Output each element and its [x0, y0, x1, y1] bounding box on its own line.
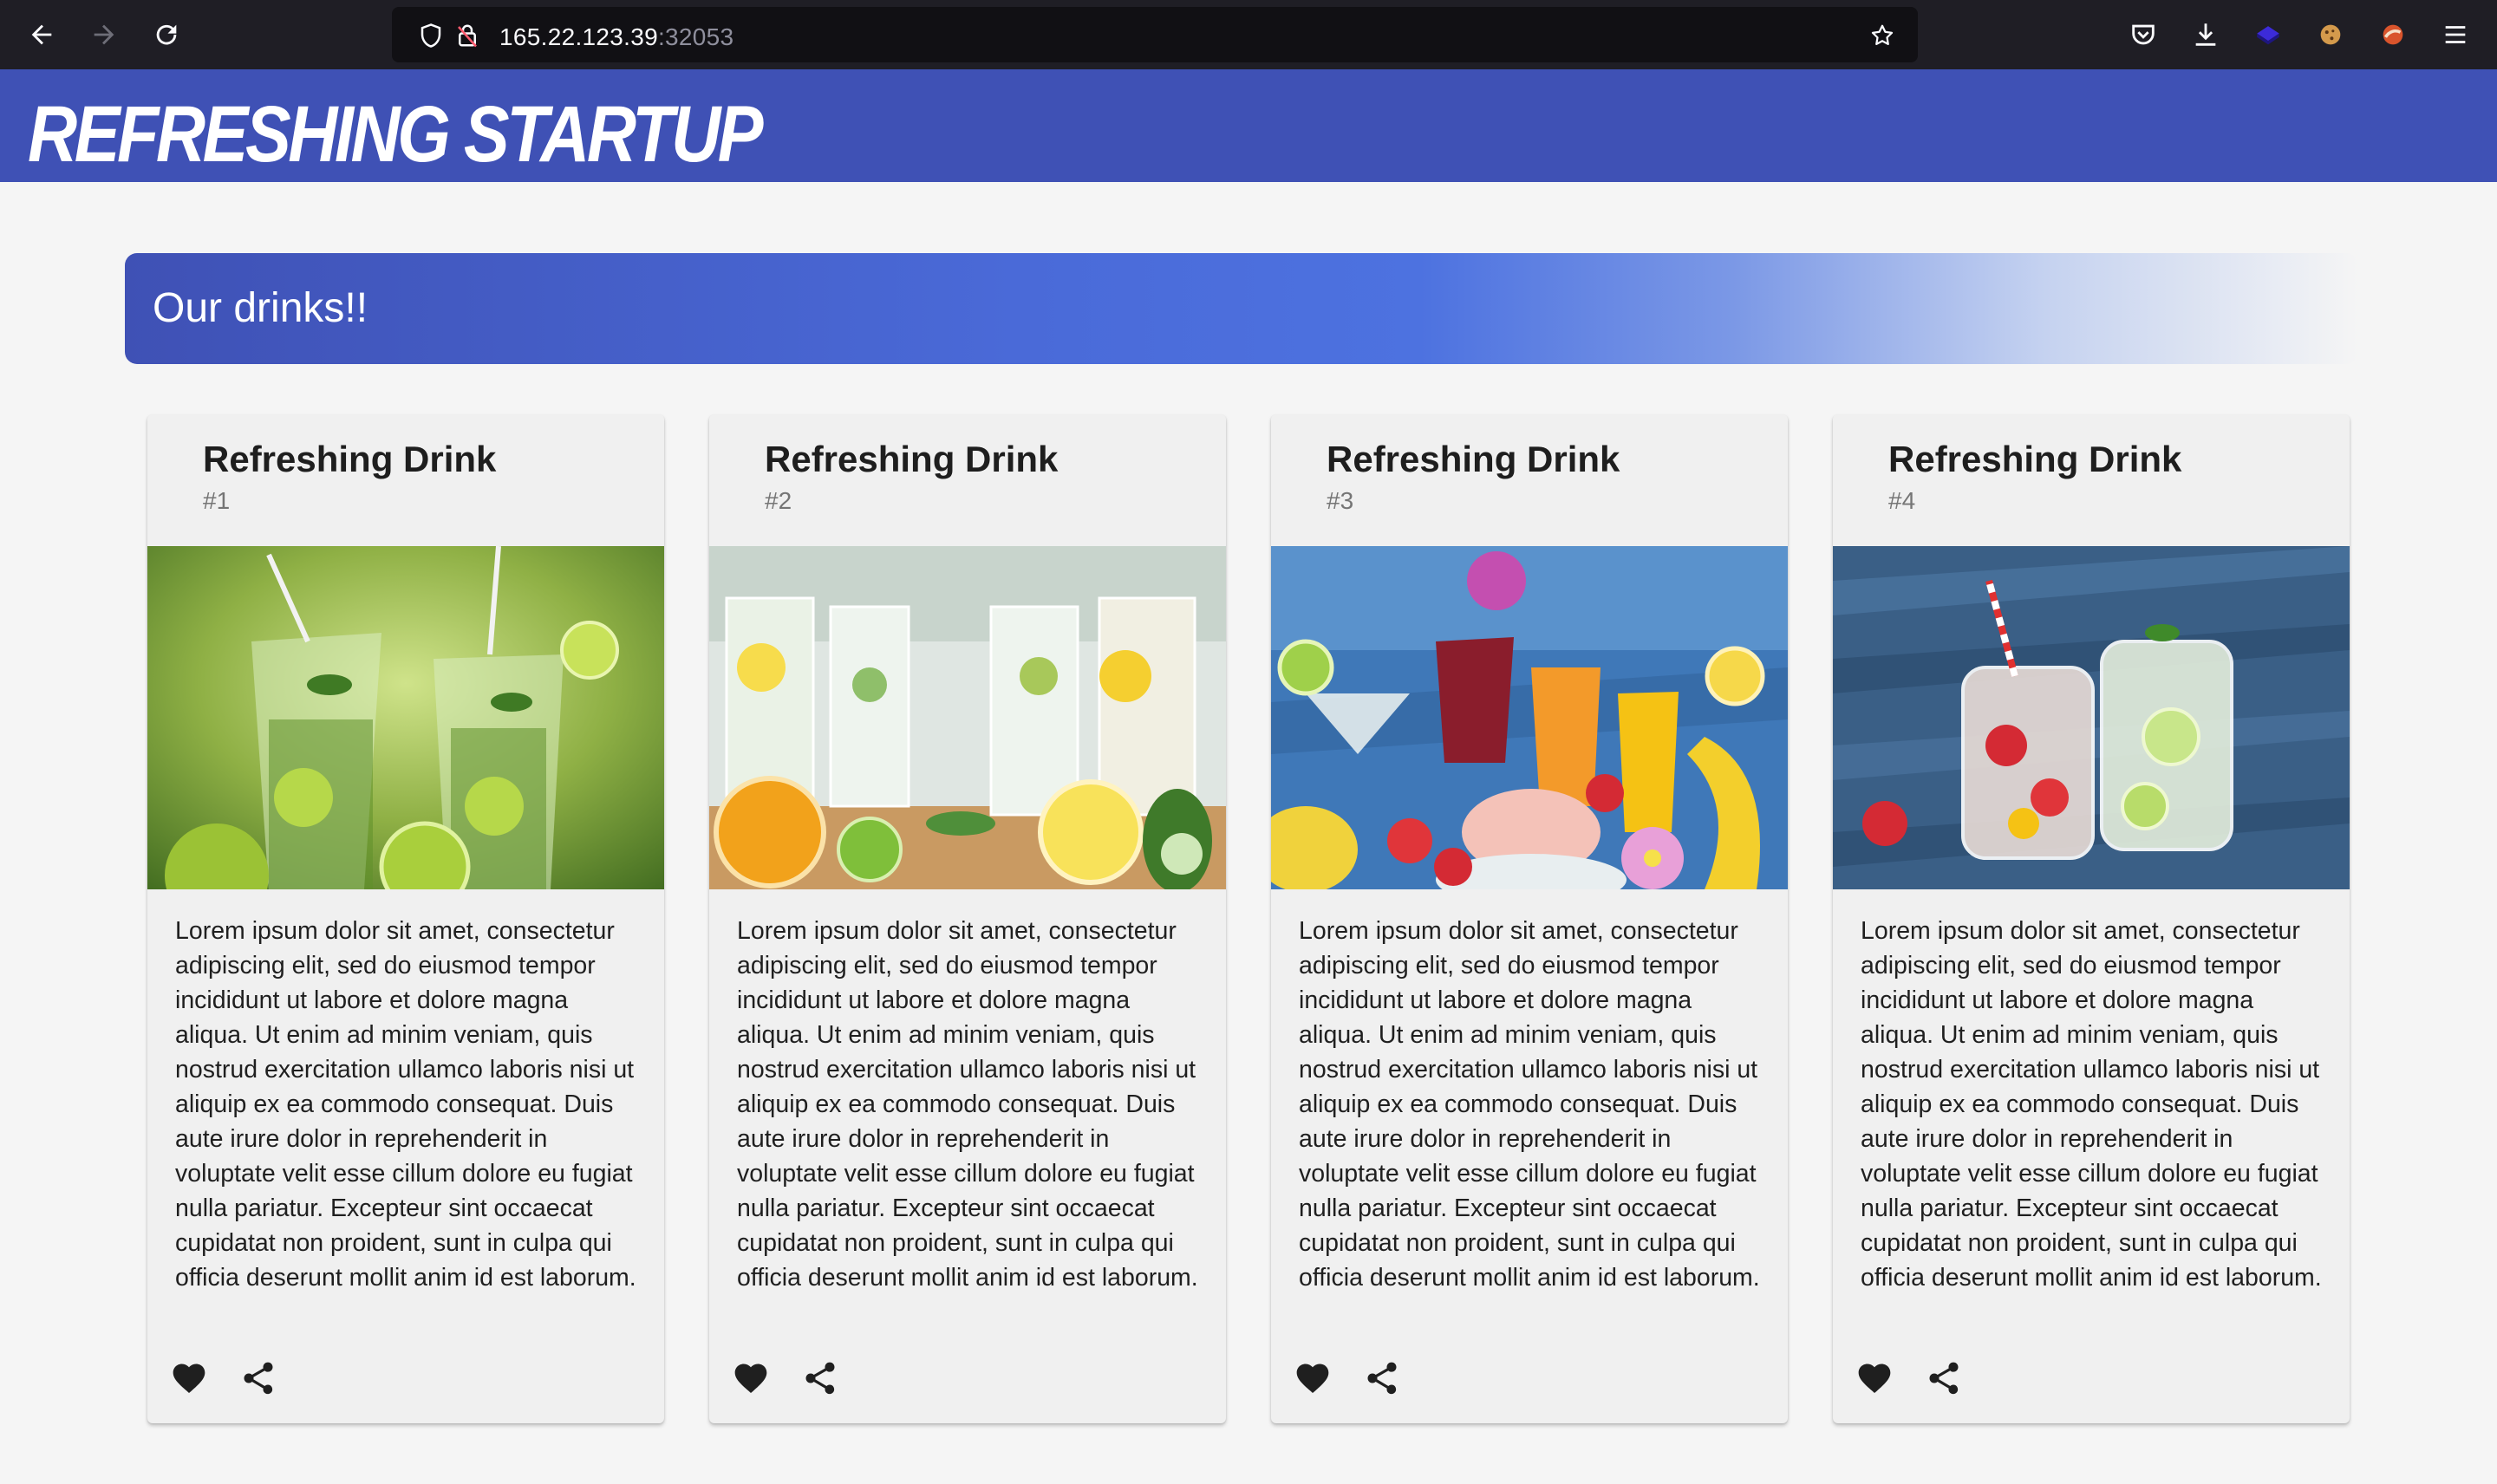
section-title: Our drinks!! [153, 285, 368, 331]
drink-card-4: Refreshing Drink #4 Lorem ipsum dolor si… [1833, 414, 2350, 1423]
citrus-water-image [709, 546, 1226, 889]
share-icon [805, 1362, 835, 1395]
share-button[interactable] [1920, 1354, 1968, 1403]
share-icon [244, 1362, 273, 1395]
extension-icon[interactable] [2251, 17, 2285, 52]
lime-mojito-image [147, 546, 664, 889]
share-button[interactable] [1358, 1354, 1406, 1403]
back-button[interactable] [24, 17, 59, 52]
address-bar[interactable]: 165.22.123.39:32053 [392, 7, 1918, 62]
hamburger-menu-icon[interactable] [2438, 17, 2473, 52]
heart-icon [173, 1364, 205, 1394]
reload-icon [156, 24, 177, 45]
card-description: Lorem ipsum dolor sit amet, consectetur … [1861, 917, 2322, 1292]
favorite-button[interactable] [727, 1354, 775, 1403]
card-actions [1288, 1354, 1406, 1403]
drink-card-1: Refreshing Drink #1 Lorem ipsum dolor si… [147, 414, 664, 1423]
cookie-extension-icon[interactable] [2313, 17, 2348, 52]
tropical-cocktails-image [1271, 546, 1788, 889]
drink-card-2: Refreshing Drink #2 Lorem ipsum dolor si… [709, 414, 1226, 1423]
card-title: Refreshing Drink [1888, 439, 2182, 479]
share-icon [1367, 1362, 1397, 1395]
card-title: Refreshing Drink [203, 439, 497, 479]
card-actions [165, 1354, 283, 1403]
card-subtitle: #4 [1888, 487, 1916, 514]
card-subtitle: #1 [203, 487, 231, 514]
card-subtitle: #2 [765, 487, 792, 514]
card-actions [727, 1354, 844, 1403]
download-icon[interactable] [2188, 17, 2223, 52]
card-description: Lorem ipsum dolor sit amet, consectetur … [175, 917, 636, 1292]
section-banner: Our drinks!! [125, 253, 2358, 364]
insecure-lock-icon[interactable] [454, 23, 480, 49]
reload-button[interactable] [149, 17, 184, 52]
favorite-button[interactable] [1288, 1354, 1337, 1403]
forward-arrow-icon [94, 24, 114, 45]
share-button[interactable] [796, 1354, 844, 1403]
card-title: Refreshing Drink [1327, 439, 1620, 479]
url-text: 165.22.123.39:32053 [499, 23, 733, 51]
drink-card-3: Refreshing Drink #3 Lorem ipsum dolor si… [1271, 414, 1788, 1423]
forward-button[interactable] [87, 17, 121, 52]
heart-icon [734, 1364, 767, 1394]
pocket-icon[interactable] [2126, 17, 2161, 52]
url-host: 165.22.123.39 [499, 23, 658, 50]
addon-extension-icon[interactable] [2376, 17, 2410, 52]
app-header: REFRESHING STARTUP [0, 69, 2497, 182]
tracking-protection-icon[interactable] [418, 23, 444, 49]
card-description: Lorem ipsum dolor sit amet, consectetur … [737, 917, 1198, 1292]
url-port: :32053 [657, 23, 734, 50]
favorite-button[interactable] [165, 1354, 213, 1403]
bookmark-star-icon[interactable] [1869, 23, 1895, 49]
browser-toolbar: 165.22.123.39:32053 [0, 0, 2497, 69]
card-description: Lorem ipsum dolor sit amet, consectetur … [1299, 917, 1760, 1292]
card-title: Refreshing Drink [765, 439, 1059, 479]
share-icon [1929, 1362, 1959, 1395]
heart-icon [1858, 1364, 1891, 1394]
back-arrow-icon [31, 24, 52, 45]
card-subtitle: #3 [1327, 487, 1354, 514]
share-button[interactable] [234, 1354, 283, 1403]
heart-icon [1296, 1364, 1329, 1394]
card-actions [1850, 1354, 1968, 1403]
favorite-button[interactable] [1850, 1354, 1899, 1403]
fruit-water-jars-image [1833, 546, 2350, 889]
app-title: REFRESHING STARTUP [28, 90, 764, 179]
